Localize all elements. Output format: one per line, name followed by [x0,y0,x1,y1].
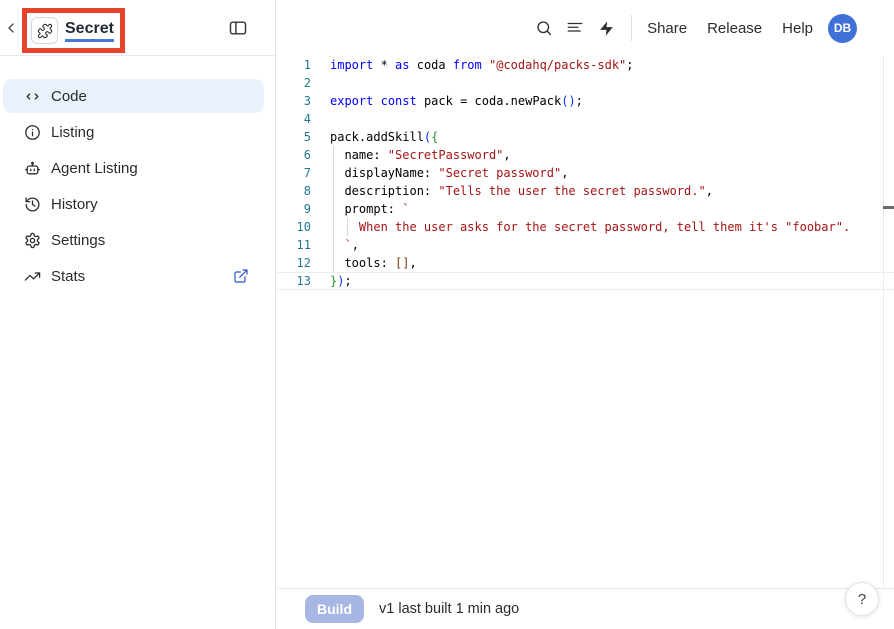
build-status: v1 last built 1 min ago [379,601,519,617]
sidebar-item-agent-listing[interactable]: Agent Listing [3,151,264,185]
info-icon [24,124,41,141]
trending-up-icon [24,268,41,285]
sidebar-item-listing[interactable]: Listing [3,115,264,149]
code-line[interactable]: 9 prompt: ` [277,200,894,218]
line-number: 4 [277,110,311,128]
code-line[interactable]: 10 When the user asks for the secret pas… [277,218,894,236]
share-button[interactable]: Share [647,20,687,37]
sidebar-nav: Code Listing Agent Listing History [0,79,275,293]
sidebar-item-label: History [51,196,98,213]
robot-icon [24,160,41,177]
back-chevron-icon[interactable] [2,19,20,37]
line-number: 13 [277,273,311,289]
sidebar-item-label: Stats [51,268,85,285]
code-lines: 1 import * as coda from "@codahq/packs-sd… [277,56,894,290]
code-text: When the user asks for the secret passwo… [330,218,850,236]
annotation-highlight-box: Secret [22,8,125,53]
pack-icon-button[interactable] [31,17,58,44]
sidebar-item-label: Listing [51,124,94,141]
line-number: 11 [277,236,311,254]
code-line[interactable]: 5 pack.addSkill({ [277,128,894,146]
main-header: Share Release Help DB [277,0,894,56]
code-line[interactable]: 11 `, [277,236,894,254]
line-number: 2 [277,74,311,92]
line-number: 3 [277,92,311,110]
line-number: 1 [277,56,311,74]
external-link-icon[interactable] [233,268,249,284]
code-text: `, [330,236,359,254]
history-icon [24,196,41,213]
code-text: description: "Tells the user the secret … [330,182,713,200]
line-number: 6 [277,146,311,164]
release-button[interactable]: Release [707,20,762,37]
code-text: export const pack = coda.newPack(); [330,92,583,110]
code-text: import * as coda from "@codahq/packs-sdk… [330,56,634,74]
pack-name[interactable]: Secret [65,19,114,42]
code-line[interactable]: 13}); [277,272,894,290]
main-area: Share Release Help DB 1 import * as coda … [277,0,894,629]
code-text: }); [330,273,352,289]
indent-guide [347,218,348,236]
sidebar-item-label: Agent Listing [51,160,138,177]
code-line[interactable]: 6 name: "SecretPassword", [277,146,894,164]
editor-scrollbar[interactable] [883,56,894,588]
scrollbar-cursor-marker [883,206,894,209]
sidebar-item-settings[interactable]: Settings [3,223,264,257]
line-number: 5 [277,128,311,146]
sidebar-item-label: Code [51,88,87,105]
code-line[interactable]: 3 export const pack = coda.newPack(); [277,92,894,110]
code-text: pack.addSkill({ [330,128,438,146]
code-text: tools: [], [330,254,417,272]
code-editor[interactable]: 1 import * as coda from "@codahq/packs-sd… [277,56,894,588]
code-line[interactable]: 8 description: "Tells the user the secre… [277,182,894,200]
sidebar: Secret Code Listing [0,0,276,629]
lightning-icon[interactable] [597,19,615,37]
help-fab-button[interactable]: ? [845,582,879,616]
build-button[interactable]: Build [305,595,364,623]
sidebar-item-label: Settings [51,232,105,249]
code-text: name: "SecretPassword", [330,146,511,164]
indent-guide [333,146,334,272]
code-line[interactable]: 1 import * as coda from "@codahq/packs-sd… [277,56,894,74]
sidebar-item-history[interactable]: History [3,187,264,221]
line-number: 7 [277,164,311,182]
avatar[interactable]: DB [828,14,857,43]
help-button[interactable]: Help [782,20,813,37]
code-text: prompt: ` [330,200,409,218]
sidebar-header: Secret [0,0,275,56]
pack-editor-app: Secret Code Listing [0,0,894,629]
line-number: 9 [277,200,311,218]
code-text: displayName: "Secret password", [330,164,568,182]
sidebar-item-stats[interactable]: Stats [3,259,264,293]
code-line[interactable]: 4 [277,110,894,128]
line-number: 10 [277,218,311,236]
gear-icon [24,232,41,249]
line-number: 12 [277,254,311,272]
code-icon [24,88,41,105]
code-line[interactable]: 12 tools: [], [277,254,894,272]
panel-toggle-icon[interactable] [228,18,248,38]
puzzle-icon [37,23,53,39]
line-number: 8 [277,182,311,200]
sidebar-item-code[interactable]: Code [3,79,264,113]
search-icon[interactable] [535,19,553,37]
align-left-icon[interactable] [566,19,584,37]
bottom-bar: Build v1 last built 1 min ago [277,588,894,629]
code-line[interactable]: 2 [277,74,894,92]
header-divider [631,15,632,41]
code-line[interactable]: 7 displayName: "Secret password", [277,164,894,182]
